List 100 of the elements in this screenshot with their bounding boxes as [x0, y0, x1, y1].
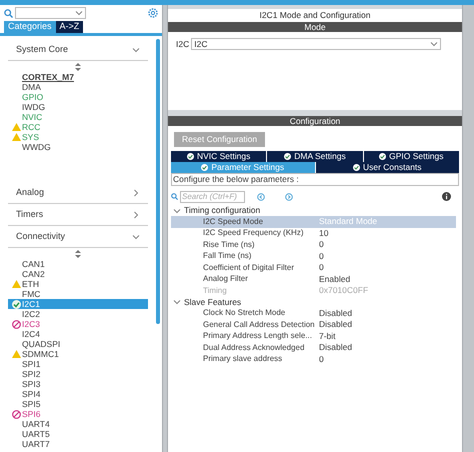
- peripheral-label: UART5: [22, 428, 50, 440]
- previous-icon[interactable]: [257, 192, 265, 200]
- mode-dropdown[interactable]: I2C: [191, 38, 442, 50]
- peripheral-item[interactable]: I2C2: [8, 309, 148, 319]
- peripheral-item[interactable]: IWDG: [8, 102, 148, 112]
- parameter-value: 0: [319, 261, 324, 274]
- parameter-row[interactable]: Rise Time (ns) 0: [171, 239, 456, 250]
- check-circle-icon: [186, 153, 194, 160]
- chevron-down-icon[interactable]: [132, 46, 140, 54]
- peripheral-label: I2C4: [22, 328, 40, 340]
- parameter-value: Standard Mode: [319, 215, 378, 228]
- sort-arrows-icon[interactable]: [75, 250, 81, 258]
- parameter-name: Timing: [203, 284, 228, 297]
- peripheral-item[interactable]: I2C4: [8, 329, 148, 339]
- peripheral-item[interactable]: WWDG: [8, 142, 148, 152]
- dropdown-chevron-icon[interactable]: [430, 40, 438, 48]
- peripheral-item[interactable]: DMA: [8, 82, 148, 92]
- peripheral-item[interactable]: CAN1: [8, 259, 148, 269]
- section-title: Timing configuration: [184, 204, 260, 217]
- parameter-value: 0: [319, 238, 324, 252]
- peripheral-item[interactable]: ETH: [8, 279, 148, 289]
- peripheral-label: SPI4: [22, 388, 40, 400]
- parameter-row[interactable]: Primary slave address 0: [171, 354, 456, 365]
- settings-tab[interactable]: DMA Settings: [267, 151, 363, 162]
- peripheral-item[interactable]: SPI2: [8, 369, 148, 379]
- parameter-row[interactable]: I2C Speed Mode Standard Mode: [171, 216, 456, 228]
- parameter-row[interactable]: General Call Address Detection Disabled: [171, 319, 456, 330]
- search-icon[interactable]: [4, 8, 13, 18]
- peripheral-label: WWDG: [22, 140, 51, 154]
- peripheral-item[interactable]: SPI6: [8, 409, 148, 419]
- parameter-value: Disabled: [319, 306, 352, 320]
- peripheral-item[interactable]: UART4: [8, 419, 148, 429]
- hint-text: Configure the below parameters :: [171, 173, 459, 186]
- sort-arrows-icon[interactable]: [75, 62, 81, 70]
- settings-icon[interactable]: [148, 8, 158, 18]
- section-header: Configuration: [168, 116, 462, 126]
- peripheral-label: SYS: [22, 130, 40, 144]
- peripheral-item[interactable]: UART7: [8, 439, 148, 449]
- peripheral-item[interactable]: SPI3: [8, 379, 148, 389]
- scrollbar-thumb[interactable]: [156, 39, 160, 324]
- sidebar-tab[interactable]: A->Z: [56, 21, 84, 33]
- next-icon[interactable]: [285, 192, 293, 200]
- peripheral-label: I2C1: [22, 298, 40, 310]
- check-circle-icon: [201, 164, 208, 171]
- panel-title: I2C1 Mode and Configuration: [258, 9, 372, 22]
- parameter-value: 0x7010C0FF: [319, 284, 368, 298]
- parameter-name: Analog Filter: [203, 273, 249, 286]
- peripheral-label: RCC: [22, 120, 40, 134]
- chevron-down-icon[interactable]: [173, 206, 181, 214]
- settings-tab[interactable]: GPIO Settings: [364, 151, 459, 162]
- category-header[interactable]: Timers: [16, 208, 44, 222]
- peripheral-item[interactable]: CORTEX_M7: [8, 72, 148, 82]
- category-header[interactable]: Connectivity: [16, 230, 66, 244]
- search-field[interactable]: [15, 7, 86, 19]
- peripheral-label: SPI1: [22, 358, 40, 370]
- parameter-value: 7-bit: [319, 330, 336, 343]
- peripheral-item[interactable]: SPI1: [8, 359, 148, 369]
- peripheral-item[interactable]: SDMMC1: [8, 349, 148, 359]
- peripheral-label: CAN2: [22, 268, 45, 280]
- parameter-value: 0: [319, 352, 324, 366]
- settings-tab[interactable]: User Constants: [316, 162, 459, 173]
- parameter-row[interactable]: I2C Speed Frequency (KHz) 10: [171, 228, 456, 239]
- peripheral-label: SDMMC1: [22, 348, 59, 360]
- parameter-name: Clock No Stretch Mode: [203, 307, 286, 320]
- peripheral-item[interactable]: SPI5: [8, 399, 148, 409]
- parameter-row[interactable]: Analog Filter Enabled: [171, 274, 456, 285]
- settings-tab[interactable]: NVIC Settings: [171, 151, 266, 162]
- parameter-name: Coefficient of Digital Filter: [203, 262, 295, 274]
- peripheral-item[interactable]: SPI4: [8, 389, 148, 399]
- parameter-name: I2C Speed Frequency (KHz): [203, 227, 304, 240]
- chevron-down-icon[interactable]: [132, 233, 140, 241]
- peripheral-item[interactable]: UART5: [8, 429, 148, 439]
- chevron-right-icon[interactable]: [132, 189, 140, 197]
- peripheral-item[interactable]: QUADSPI: [8, 339, 148, 349]
- chevron-right-icon[interactable]: [132, 211, 140, 219]
- parameter-name: Primary slave address: [203, 353, 284, 366]
- category-header[interactable]: Analog: [16, 186, 44, 200]
- peripheral-label: SPI5: [22, 398, 40, 410]
- parameter-row[interactable]: Dual Address Acknowledged Disabled: [171, 342, 456, 354]
- scrollbar[interactable]: [462, 5, 474, 452]
- peripheral-label: CORTEX_M7: [22, 70, 74, 84]
- parameter-name: Rise Time (ns): [203, 238, 256, 251]
- peripheral-item[interactable]: I2C3: [8, 319, 148, 329]
- parameter-row[interactable]: Coefficient of Digital Filter 0: [171, 262, 456, 274]
- parameter-row[interactable]: Fall Time (ns) 0: [171, 250, 456, 262]
- category-header[interactable]: System Core: [16, 43, 68, 57]
- parameter-row[interactable]: Clock No Stretch Mode Disabled: [171, 308, 456, 319]
- peripheral-label: GPIO: [22, 90, 44, 104]
- info-icon[interactable]: [442, 192, 451, 201]
- peripheral-label: I2C2: [22, 308, 40, 320]
- parameter-value: 10: [319, 226, 328, 240]
- parameter-name: Fall Time (ns): [203, 250, 252, 262]
- chevron-down-icon[interactable]: [173, 298, 181, 306]
- dropdown-chevron-icon[interactable]: [75, 9, 83, 17]
- search-field[interactable]: Search (Ctrl+F): [180, 190, 245, 202]
- parameter-row[interactable]: Primary Address Length sele... 7-bit: [171, 330, 456, 342]
- peripheral-item[interactable]: CAN2: [8, 269, 148, 279]
- peripheral-item[interactable]: FMC: [8, 289, 148, 299]
- parameter-value: 0: [319, 250, 324, 263]
- peripheral-label: QUADSPI: [22, 338, 60, 350]
